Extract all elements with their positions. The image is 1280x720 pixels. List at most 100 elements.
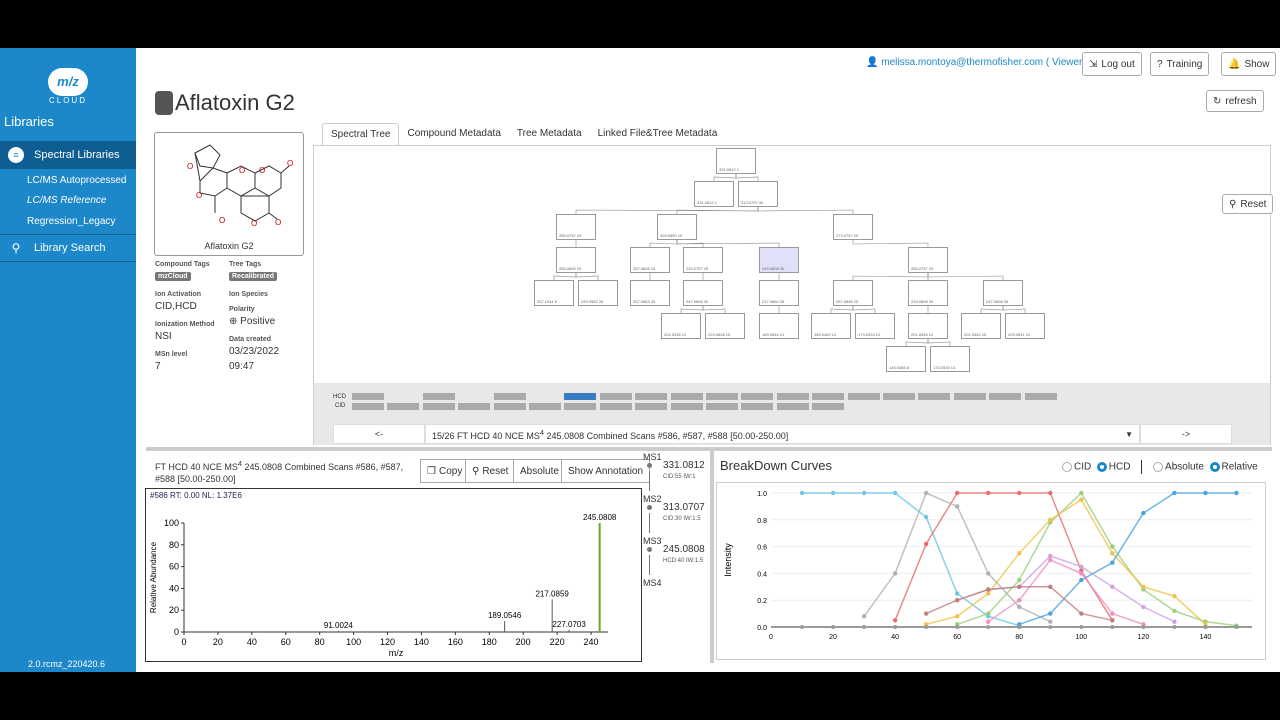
training-button[interactable]: ? Training xyxy=(1150,52,1210,76)
next-scan-button[interactable]: -> xyxy=(1140,424,1232,444)
tree-node[interactable]: 173.0535 14 xyxy=(930,346,970,372)
x-tick-label: 40 xyxy=(891,634,899,641)
tree-node[interactable]: 257.0808 15 xyxy=(630,247,670,273)
timeline-cid-bar[interactable] xyxy=(670,403,703,410)
tab-compound-metadata[interactable]: Compound Metadata xyxy=(399,123,508,146)
sidebar-sub-lcms-autoprocessed[interactable]: LC/MS Autoprocessed xyxy=(27,175,127,186)
tree-node[interactable]: 285.0757 29 xyxy=(556,214,596,240)
show-button[interactable]: 🔔 Show xyxy=(1221,52,1277,76)
timeline-cid-bar[interactable] xyxy=(564,403,597,410)
breakdown-point xyxy=(1141,625,1146,629)
tree-node[interactable]: 229.0808 15 xyxy=(705,313,745,339)
tree-node[interactable]: 285.0757 20 xyxy=(908,247,948,273)
timeline-hcd-bar[interactable] xyxy=(352,393,384,400)
mass-spectrum-chart[interactable]: 0 20 40 60 80 100 120 140 160 180 200 220 240 0 20 40 60… xyxy=(146,489,641,661)
tree-node[interactable]: 229.0541 12 xyxy=(1005,313,1045,339)
mzcloud-logo[interactable]: m/z CLOUD xyxy=(45,66,91,106)
tree-node[interactable]: 217.0860 35 xyxy=(759,280,799,306)
timeline-hcd-bar[interactable] xyxy=(883,393,915,400)
timeline-hcd-bar[interactable] xyxy=(706,393,738,400)
timeline-hcd-bar[interactable] xyxy=(1024,393,1057,400)
tree-node[interactable]: 331.0812 1 xyxy=(716,148,756,174)
panel-splitter[interactable] xyxy=(146,447,1272,451)
tree-node[interactable]: 201.0546 12 xyxy=(908,313,948,339)
tree-node[interactable]: 247.0808 35 xyxy=(983,280,1023,306)
tree-node[interactable]: 145.0466 8 xyxy=(886,346,926,372)
spectrum-reset-button[interactable]: ⚲ Reset xyxy=(465,459,516,483)
show-annotation-button[interactable]: Show Annotation xyxy=(561,459,651,483)
relative-radio[interactable] xyxy=(1209,462,1220,472)
sidebar-item-spectral-libraries[interactable]: ≡ Spectral Libraries xyxy=(0,141,136,169)
tab-tree-metadata[interactable]: Tree Metadata xyxy=(509,123,590,146)
tree-node[interactable]: 257.0696 25 xyxy=(833,280,873,306)
timeline-hcd-bar[interactable] xyxy=(670,393,703,400)
tree-node[interactable]: 257.1041 6 xyxy=(534,280,574,306)
refresh-button[interactable]: ↻ refresh xyxy=(1206,90,1264,112)
tree-node[interactable]: 331.0812 1 xyxy=(694,181,734,207)
tree-node[interactable]: 273.0757 29 xyxy=(833,214,873,240)
tree-node[interactable]: 189.0463 12 xyxy=(811,313,851,339)
timeline-hcd-bar[interactable] xyxy=(564,393,597,400)
timeline-hcd-bar[interactable] xyxy=(493,393,526,400)
timeline-hcd-bar[interactable] xyxy=(918,393,951,400)
tree-connector xyxy=(553,273,577,280)
timeline-hcd-bar[interactable] xyxy=(635,393,668,400)
tree-node[interactable]: 173.0333 12 xyxy=(855,313,895,339)
tree-node[interactable]: 313.0707 30 xyxy=(738,181,778,207)
tree-node[interactable]: 201.0335 12 xyxy=(661,313,701,339)
user-link[interactable]: 👤 melissa.montoya@thermofisher.com ( Vie… xyxy=(866,57,1089,68)
hcd-radio[interactable] xyxy=(1096,462,1107,472)
tab-spectral-tree[interactable]: Spectral Tree xyxy=(322,123,400,146)
sidebar-sub-regression-legacy[interactable]: Regression_Legacy xyxy=(27,216,115,227)
tree-reset-button[interactable]: ⚲ Reset xyxy=(1222,194,1274,214)
timeline-hcd-bar[interactable] xyxy=(989,393,1022,400)
tree-node[interactable]: 201.0542 15 xyxy=(961,313,1001,339)
tree-node[interactable]: 247.0806 30 xyxy=(683,280,723,306)
compound-title: Aflatoxin G2 xyxy=(175,90,295,115)
sidebar-item-library-search[interactable]: ⚲ Library Search xyxy=(0,234,136,262)
timeline-cid-bar[interactable] xyxy=(387,403,420,410)
cid-radio[interactable] xyxy=(1062,462,1072,472)
timeline-cid-bar[interactable] xyxy=(706,403,738,410)
timeline-cid-bar[interactable] xyxy=(776,403,809,410)
timeline-cid-bar[interactable] xyxy=(529,403,561,410)
timeline-cid-bar[interactable] xyxy=(635,403,668,410)
breakdown-point xyxy=(1141,584,1146,589)
timeline-cid-bar[interactable] xyxy=(458,403,491,410)
logout-button[interactable]: ⇲ Log out xyxy=(1082,52,1142,76)
scan-select[interactable]: 15/26 FT HCD 40 NCE MS4 245.0808 Combine… xyxy=(425,424,1140,444)
timeline-cid-bar[interactable] xyxy=(422,403,455,410)
copy-button[interactable]: ❐ Copy xyxy=(420,459,470,483)
tree-node[interactable]: 229.0808 35 xyxy=(908,280,948,306)
timeline-hcd-bar[interactable] xyxy=(953,393,986,400)
timeline-hcd-bar[interactable] xyxy=(812,393,845,400)
tree-node[interactable]: 245.0808 40 xyxy=(759,247,799,273)
tab-linked-file-tree-metadata[interactable]: Linked File&Tree Metadata xyxy=(590,123,726,146)
timeline-cid-bar[interactable] xyxy=(599,403,632,410)
msn-node-value[interactable]: 331.0812 xyxy=(663,460,705,471)
tree-node[interactable]: 189.0546 21 xyxy=(759,313,799,339)
breakdown-chart[interactable]: 0.0 0.2 0.4 0.6 0.8 1.0 0 20 40 60 80 100 120 140 Inte… xyxy=(717,483,1265,659)
sidebar-sub-lcms-reference[interactable]: LC/MS Reference xyxy=(27,195,106,206)
tree-node[interactable]: 229.0582 35 xyxy=(578,280,618,306)
tree-node[interactable]: 303.0550 19 xyxy=(657,214,697,240)
msn-node-value[interactable]: 313.0707 xyxy=(663,502,705,513)
timeline-cid-bar[interactable] xyxy=(493,403,526,410)
timeline-cid-bar[interactable] xyxy=(812,403,845,410)
timeline-hcd-bar[interactable] xyxy=(741,393,774,400)
timeline-hcd-bar[interactable] xyxy=(422,393,455,400)
absolute-button[interactable]: Absolute xyxy=(513,459,566,483)
timeline-hcd-bar[interactable] xyxy=(847,393,880,400)
timeline-hcd-bar[interactable] xyxy=(776,393,809,400)
tree-node[interactable]: 285.0800 25 xyxy=(556,247,596,273)
tree-node[interactable]: 257.0863 35 xyxy=(630,280,670,306)
timeline-cid-bar[interactable] xyxy=(352,403,384,410)
absolute-radio[interactable] xyxy=(1153,462,1164,472)
timeline-cid-bar[interactable] xyxy=(741,403,774,410)
previous-scan-button[interactable]: <- xyxy=(333,424,425,444)
vertical-splitter[interactable] xyxy=(710,448,714,663)
tree-node[interactable]: 229.0757 25 xyxy=(683,247,723,273)
timeline-hcd-bar[interactable] xyxy=(599,393,632,400)
msn-node-value[interactable]: 245.0808 xyxy=(663,544,705,555)
x-tick-label: 140 xyxy=(1200,634,1212,641)
